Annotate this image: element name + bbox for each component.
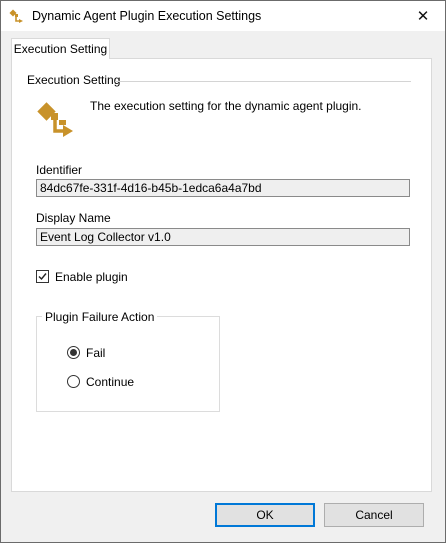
radio-selected-dot <box>70 349 77 356</box>
display-name-label: Display Name <box>36 211 111 225</box>
dialog-window: Dynamic Agent Plugin Execution Settings … <box>0 0 446 543</box>
window-title: Dynamic Agent Plugin Execution Settings <box>32 9 262 23</box>
fail-radio[interactable] <box>67 346 80 359</box>
continue-radio-label[interactable]: Continue <box>86 375 134 389</box>
enable-plugin-checkbox[interactable] <box>36 270 49 283</box>
display-name-field[interactable]: Event Log Collector v1.0 <box>36 228 410 246</box>
identifier-label: Identifier <box>36 163 83 177</box>
ok-button[interactable]: OK <box>215 503 315 527</box>
failure-action-group <box>36 316 220 412</box>
plugin-description: The execution setting for the dynamic ag… <box>90 99 362 113</box>
fail-radio-label[interactable]: Fail <box>86 346 105 360</box>
failure-action-legend: Plugin Failure Action <box>42 310 158 324</box>
tab-execution-setting[interactable]: Execution Setting <box>11 38 110 59</box>
enable-plugin-label[interactable]: Enable plugin <box>55 270 128 284</box>
cancel-button[interactable]: Cancel <box>324 503 424 527</box>
plugin-flow-icon <box>37 102 73 137</box>
section-header: Execution Setting <box>27 73 121 87</box>
plugin-flow-icon <box>9 9 23 23</box>
checkmark-icon <box>38 273 47 281</box>
close-icon[interactable]: ✕ <box>401 1 445 31</box>
continue-radio[interactable] <box>67 375 80 388</box>
identifier-field[interactable]: 84dc67fe-331f-4d16-b45b-1edca6a4a7bd <box>36 179 410 197</box>
section-divider <box>115 81 411 82</box>
title-bar: Dynamic Agent Plugin Execution Settings … <box>1 1 445 31</box>
